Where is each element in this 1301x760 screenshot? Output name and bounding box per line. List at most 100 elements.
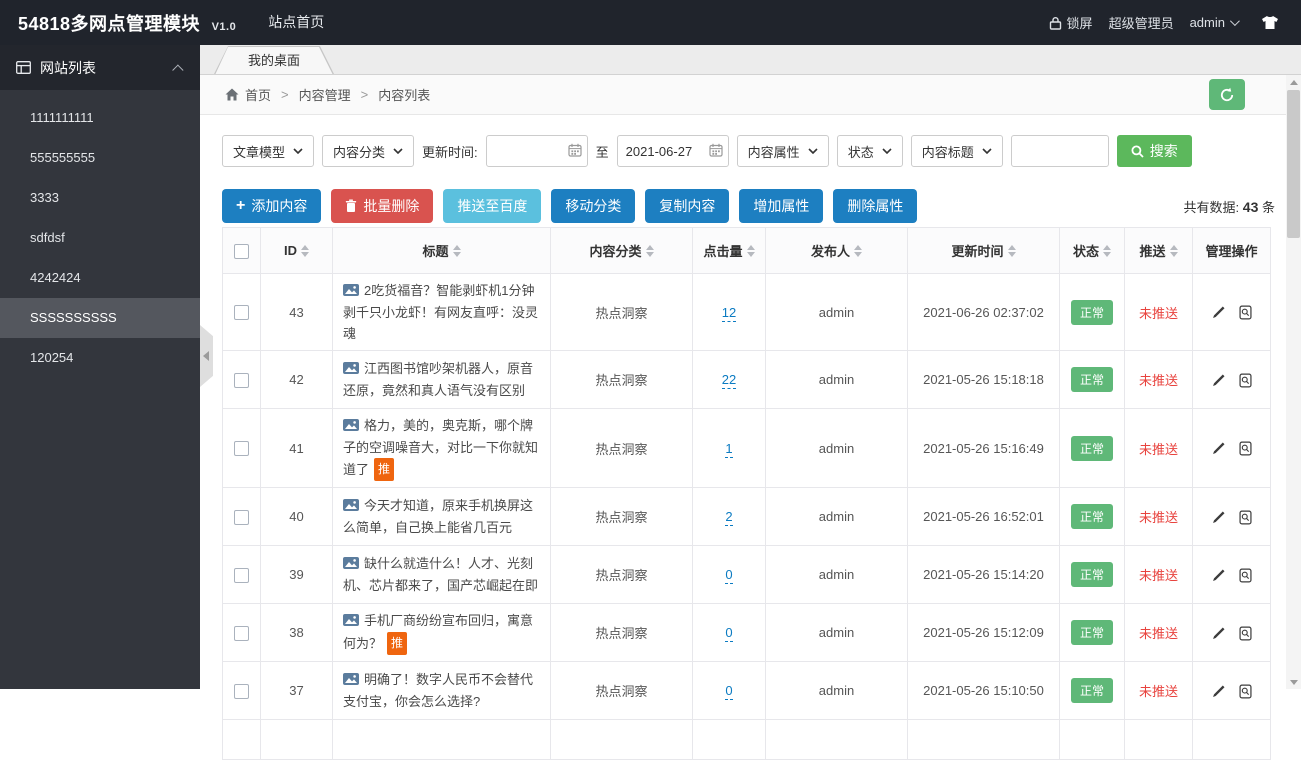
cell-updated: 2021-06-26 02:37:02: [907, 273, 1060, 351]
preview-icon[interactable]: [1238, 441, 1253, 456]
clicks-link[interactable]: 0: [725, 567, 733, 584]
cell-publisher: admin: [765, 408, 908, 488]
sort-icon[interactable]: [854, 244, 862, 257]
tab-my-desktop[interactable]: 我的桌面: [214, 46, 334, 74]
chevron-up-icon: [172, 63, 184, 76]
sort-icon[interactable]: [301, 244, 309, 257]
content-title-link[interactable]: 格力，美的，奥克斯，哪个牌子的空调噪音大，对比一下你就知道了: [343, 418, 538, 477]
content-title-link[interactable]: 2吃货福音？智能剥虾机1分钟剥千只小龙虾！有网友直呼：没灵魂: [343, 283, 538, 341]
title-field-select[interactable]: 内容标题: [910, 135, 1003, 167]
model-select[interactable]: 文章模型: [222, 135, 315, 167]
preview-icon[interactable]: [1238, 626, 1253, 641]
attribute-select[interactable]: 内容属性: [736, 135, 829, 167]
clicks-link[interactable]: 0: [725, 683, 733, 700]
sidebar-item-3333[interactable]: 3333: [0, 178, 200, 218]
edit-icon[interactable]: [1211, 373, 1226, 388]
clicks-link[interactable]: 1: [725, 440, 733, 458]
edit-icon[interactable]: [1211, 626, 1226, 641]
pushed-badge: 推: [374, 458, 395, 481]
content-title-link[interactable]: 江西图书馆吵架机器人，原音还原，竟然和真人语气没有区别: [343, 361, 533, 398]
breadcrumb-home[interactable]: 首页: [245, 85, 271, 104]
app-version: V1.0: [211, 20, 237, 33]
edit-icon[interactable]: [1211, 305, 1226, 320]
table-row: 38 手机厂商纷纷宣布回归，寓意何为？推 热点洞察 0 admin 2021-05-26 …: [222, 603, 1271, 662]
clicks-link[interactable]: 0: [725, 625, 733, 642]
push-status: 未推送: [1138, 684, 1178, 699]
add-content-button[interactable]: + 添加内容: [222, 189, 322, 223]
user-menu[interactable]: admin: [1190, 15, 1240, 30]
sidebar-item-sdfdsf[interactable]: sdfdsf: [0, 218, 200, 258]
sort-icon[interactable]: [746, 244, 755, 257]
row-checkbox[interactable]: [234, 509, 249, 525]
sort-icon[interactable]: [1103, 244, 1111, 257]
copy-content-button[interactable]: 复制内容: [645, 189, 730, 223]
cell-id: 41: [260, 408, 333, 488]
calendar-icon[interactable]: [568, 143, 582, 160]
row-checkbox[interactable]: [234, 625, 249, 641]
cell-updated: 2021-05-26 15:16:49: [907, 408, 1060, 488]
keyword-input[interactable]: [1010, 135, 1109, 167]
breadcrumb-content-mgmt[interactable]: 内容管理: [299, 85, 351, 104]
delete-attribute-button[interactable]: 删除属性: [833, 189, 918, 223]
vertical-scrollbar[interactable]: [1286, 75, 1301, 689]
refresh-button[interactable]: [1209, 79, 1245, 110]
push-baidu-button[interactable]: 推送至百度: [443, 189, 542, 223]
preview-icon[interactable]: [1238, 510, 1253, 525]
preview-icon[interactable]: [1238, 568, 1253, 583]
content-title-link[interactable]: 手机厂商纷纷宣布回归，寓意何为？: [343, 613, 533, 651]
calendar-icon[interactable]: [709, 143, 723, 160]
push-status: 未推送: [1138, 626, 1178, 641]
scrollbar-thumb[interactable]: [1287, 90, 1300, 238]
scroll-down-arrow[interactable]: [1286, 675, 1301, 689]
update-time-label: 更新时间:: [422, 144, 478, 160]
sidebar-item-1111111111[interactable]: 1111111111: [0, 98, 200, 138]
sidebar-item-120254[interactable]: 120254: [0, 338, 200, 378]
nav-site-home[interactable]: 站点首页: [268, 0, 324, 45]
row-checkbox[interactable]: [234, 372, 249, 388]
clicks-link[interactable]: 22: [721, 372, 737, 389]
clicks-link[interactable]: 12: [721, 304, 737, 322]
cell-publisher: admin: [765, 545, 908, 604]
preview-icon[interactable]: [1238, 373, 1253, 388]
status-select[interactable]: 状态: [836, 135, 903, 167]
preview-icon[interactable]: [1238, 684, 1253, 699]
sidebar-section-websites[interactable]: 网站列表: [0, 45, 200, 90]
cell-publisher: admin: [765, 603, 908, 662]
content-title-link[interactable]: 明确了！数字人民币不会替代支付宝，你会怎么选择?: [343, 672, 533, 709]
sidebar-item-4242424[interactable]: 4242424: [0, 258, 200, 298]
table-header-row: ID 标题 内容分类 点击量 发布人 更新时间 状态 推送 管理操作: [222, 227, 1271, 274]
add-attribute-button[interactable]: 增加属性: [739, 189, 824, 223]
theme-switch-button[interactable]: [1261, 15, 1279, 30]
batch-delete-button[interactable]: 批量删除: [331, 189, 434, 223]
row-checkbox[interactable]: [234, 305, 249, 321]
clicks-link[interactable]: 2: [725, 509, 733, 526]
edit-icon[interactable]: [1211, 568, 1226, 583]
preview-icon[interactable]: [1238, 305, 1253, 320]
content-title-link[interactable]: 缺什么就造什么！人才、光刻机、芯片都来了，国产芯崛起在即: [343, 556, 538, 593]
sort-icon[interactable]: [452, 244, 461, 257]
row-checkbox[interactable]: [234, 441, 249, 457]
push-status: 未推送: [1138, 510, 1178, 525]
sidebar-item-555555555[interactable]: 555555555: [0, 138, 200, 178]
lock-screen-button[interactable]: 锁屏: [1049, 13, 1093, 32]
edit-icon[interactable]: [1211, 441, 1226, 456]
table-row: 39 缺什么就造什么！人才、光刻机、芯片都来了，国产芯崛起在即 热点洞察 0 admin…: [222, 545, 1271, 604]
edit-icon[interactable]: [1211, 684, 1226, 699]
sort-icon[interactable]: [1007, 244, 1016, 257]
move-category-button[interactable]: 移动分类: [551, 189, 636, 223]
sidebar-item-ssssssssss[interactable]: SSSSSSSSSS: [0, 298, 200, 338]
column-header: 点击量: [692, 227, 766, 274]
cell-publisher: admin: [765, 661, 908, 720]
select-all-checkbox[interactable]: [234, 243, 249, 259]
sort-icon[interactable]: [1169, 244, 1178, 257]
row-checkbox[interactable]: [234, 683, 249, 699]
row-checkbox[interactable]: [234, 567, 249, 583]
search-button[interactable]: 搜索: [1116, 135, 1192, 167]
column-header: ID: [260, 227, 333, 274]
sort-icon[interactable]: [645, 244, 654, 257]
role-label: 超级管理员: [1108, 16, 1174, 31]
category-select[interactable]: 内容分类: [322, 135, 415, 167]
scroll-up-arrow[interactable]: [1286, 75, 1301, 89]
content-title-link[interactable]: 今天才知道，原来手机换屏这么简单，自己换上能省几百元: [343, 498, 533, 535]
edit-icon[interactable]: [1211, 510, 1226, 525]
